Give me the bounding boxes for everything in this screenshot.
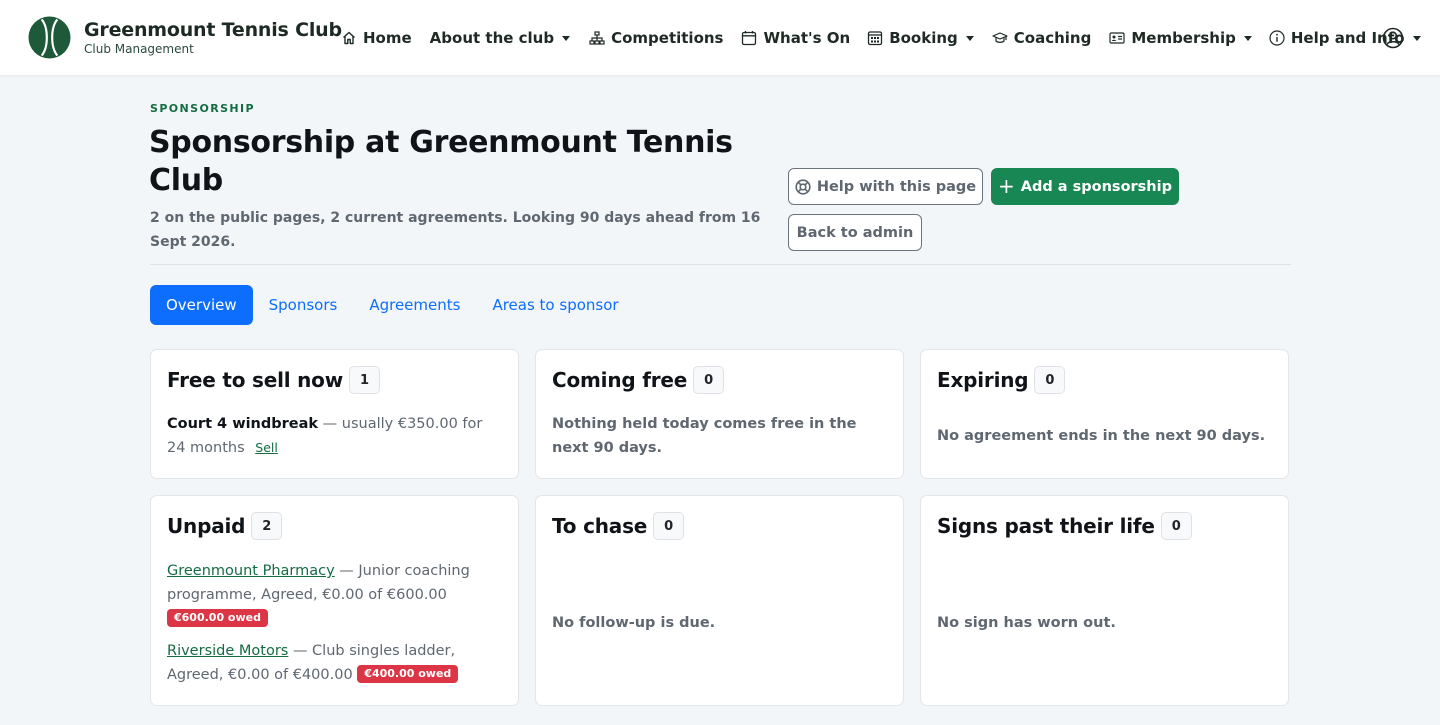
chevron-down-icon [1412,35,1421,41]
card-header: Free to sell now 1 [167,366,381,394]
page-lead: 2 on the public pages, 2 current agreeme… [150,210,761,250]
sell-link[interactable]: Sell [255,440,278,455]
main-nav: Home About the club Competitions What's … [341,24,1421,52]
tab-overview[interactable]: Overview [150,285,253,325]
brand-title: Greenmount Tennis Club [84,19,342,41]
sitemap-icon [589,31,605,45]
help-button[interactable]: Help with this page [788,168,983,205]
card-title: Coming free [552,368,688,392]
add-sponsorship-button[interactable]: + Add a sponsorship [991,168,1179,205]
card-header: Expiring 0 [937,366,1066,394]
lifebuoy-icon [795,178,811,195]
nav-home-label: Home [363,29,412,47]
area-name: Court 4 windbreak [167,416,319,432]
card-to-chase: To chase 0 No follow-up is due. [535,495,904,706]
list-item: Court 4 windbreak — usually €350.00 for … [167,412,502,460]
calendar-grid-icon [868,31,883,46]
card-header: Coming free 0 [552,366,725,394]
card-title: Expiring [937,368,1029,392]
help-button-label: Help with this page [816,178,977,195]
card-header: Unpaid 2 [167,512,283,540]
chevron-down-icon [562,35,571,41]
nav-about-label: About the club [429,29,555,47]
tab-agreements[interactable]: Agreements [353,285,476,325]
empty-message: No agreement ends in the next 90 days. [937,428,1266,444]
plus-icon: + [998,173,1015,198]
card-title: Free to sell now [167,368,343,392]
count-badge: 0 [1034,366,1066,394]
empty-message: No follow-up is due. [552,615,716,631]
nav-whats-on-label: What's On [763,29,851,47]
card-signs-past-life: Signs past their life 0 No sign has worn… [920,495,1289,706]
count-badge: 0 [1160,512,1192,540]
count-badge: 0 [693,366,725,394]
top-navbar: Greenmount Tennis Club Club Management H… [0,0,1440,75]
nav-coaching-label: Coaching [1013,29,1092,47]
nav-booking-label: Booking [889,29,958,47]
count-badge: 0 [653,512,685,540]
calendar-icon [742,31,757,46]
tab-areas-to-sponsor[interactable]: Areas to sponsor [476,285,634,325]
card-title: Unpaid [167,514,246,538]
owed-badge: €600.00 owed [167,609,268,627]
brand-home-link[interactable]: Greenmount Tennis Club Club Management [28,15,342,60]
nav-competitions[interactable]: Competitions [589,24,723,52]
header-divider [150,264,1291,265]
page-title: Sponsorship at Greenmount Tennis Club [149,125,733,198]
sponsorship-tabs: Overview Sponsors Agreements Areas to sp… [150,285,635,325]
empty-message: No sign has worn out. [937,615,1116,631]
nav-membership-dropdown[interactable]: Membership [1109,24,1252,52]
nav-about-dropdown[interactable]: About the club [429,24,571,52]
card-header: Signs past their life 0 [937,512,1192,540]
list-item: Greenmount Pharmacy — Junior coaching pr… [167,559,502,631]
card-header: To chase 0 [552,512,685,540]
count-badge: 2 [251,512,283,540]
list-item: Riverside Motors — Club singles ladder, … [167,639,502,687]
back-to-admin-button[interactable]: Back to admin [788,214,922,251]
nav-competitions-label: Competitions [611,29,724,47]
card-expiring: Expiring 0 No agreement ends in the next… [920,349,1289,479]
nav-whats-on[interactable]: What's On [741,24,850,52]
sponsor-link[interactable]: Greenmount Pharmacy [167,563,335,579]
card-unpaid: Unpaid 2 Greenmount Pharmacy — Junior co… [150,495,519,706]
owed-badge: €400.00 owed [357,665,459,683]
nav-membership-label: Membership [1131,29,1236,47]
card-free-to-sell: Free to sell now 1 Court 4 windbreak — u… [150,349,519,479]
info-circle-icon [1269,30,1285,46]
chevron-down-icon [965,35,974,41]
nav-home[interactable]: Home [341,24,412,52]
brand-subtitle: Club Management [84,42,194,56]
count-badge: 1 [349,366,381,394]
nav-booking-dropdown[interactable]: Booking [867,24,974,52]
card-coming-free: Coming free 0 Nothing held today comes f… [535,349,904,479]
empty-message: Nothing held today comes free in the nex… [552,416,857,456]
card-title: To chase [552,514,648,538]
sponsor-link[interactable]: Riverside Motors [167,643,288,659]
nav-coaching[interactable]: Coaching [992,24,1092,52]
tab-sponsors[interactable]: Sponsors [253,285,354,325]
back-to-admin-label: Back to admin [796,224,914,241]
user-circle-icon[interactable] [1382,27,1404,49]
add-sponsorship-label: Add a sponsorship [1020,178,1172,195]
id-card-icon [1109,32,1125,44]
card-title: Signs past their life [937,514,1155,538]
chevron-down-icon [1243,35,1252,41]
brand-text: Greenmount Tennis Club Club Management [84,19,342,56]
tennis-ball-icon [28,16,71,59]
mortarboard-icon [992,32,1008,43]
page-eyebrow: SPONSORSHIP [150,102,255,115]
home-icon [343,31,355,45]
